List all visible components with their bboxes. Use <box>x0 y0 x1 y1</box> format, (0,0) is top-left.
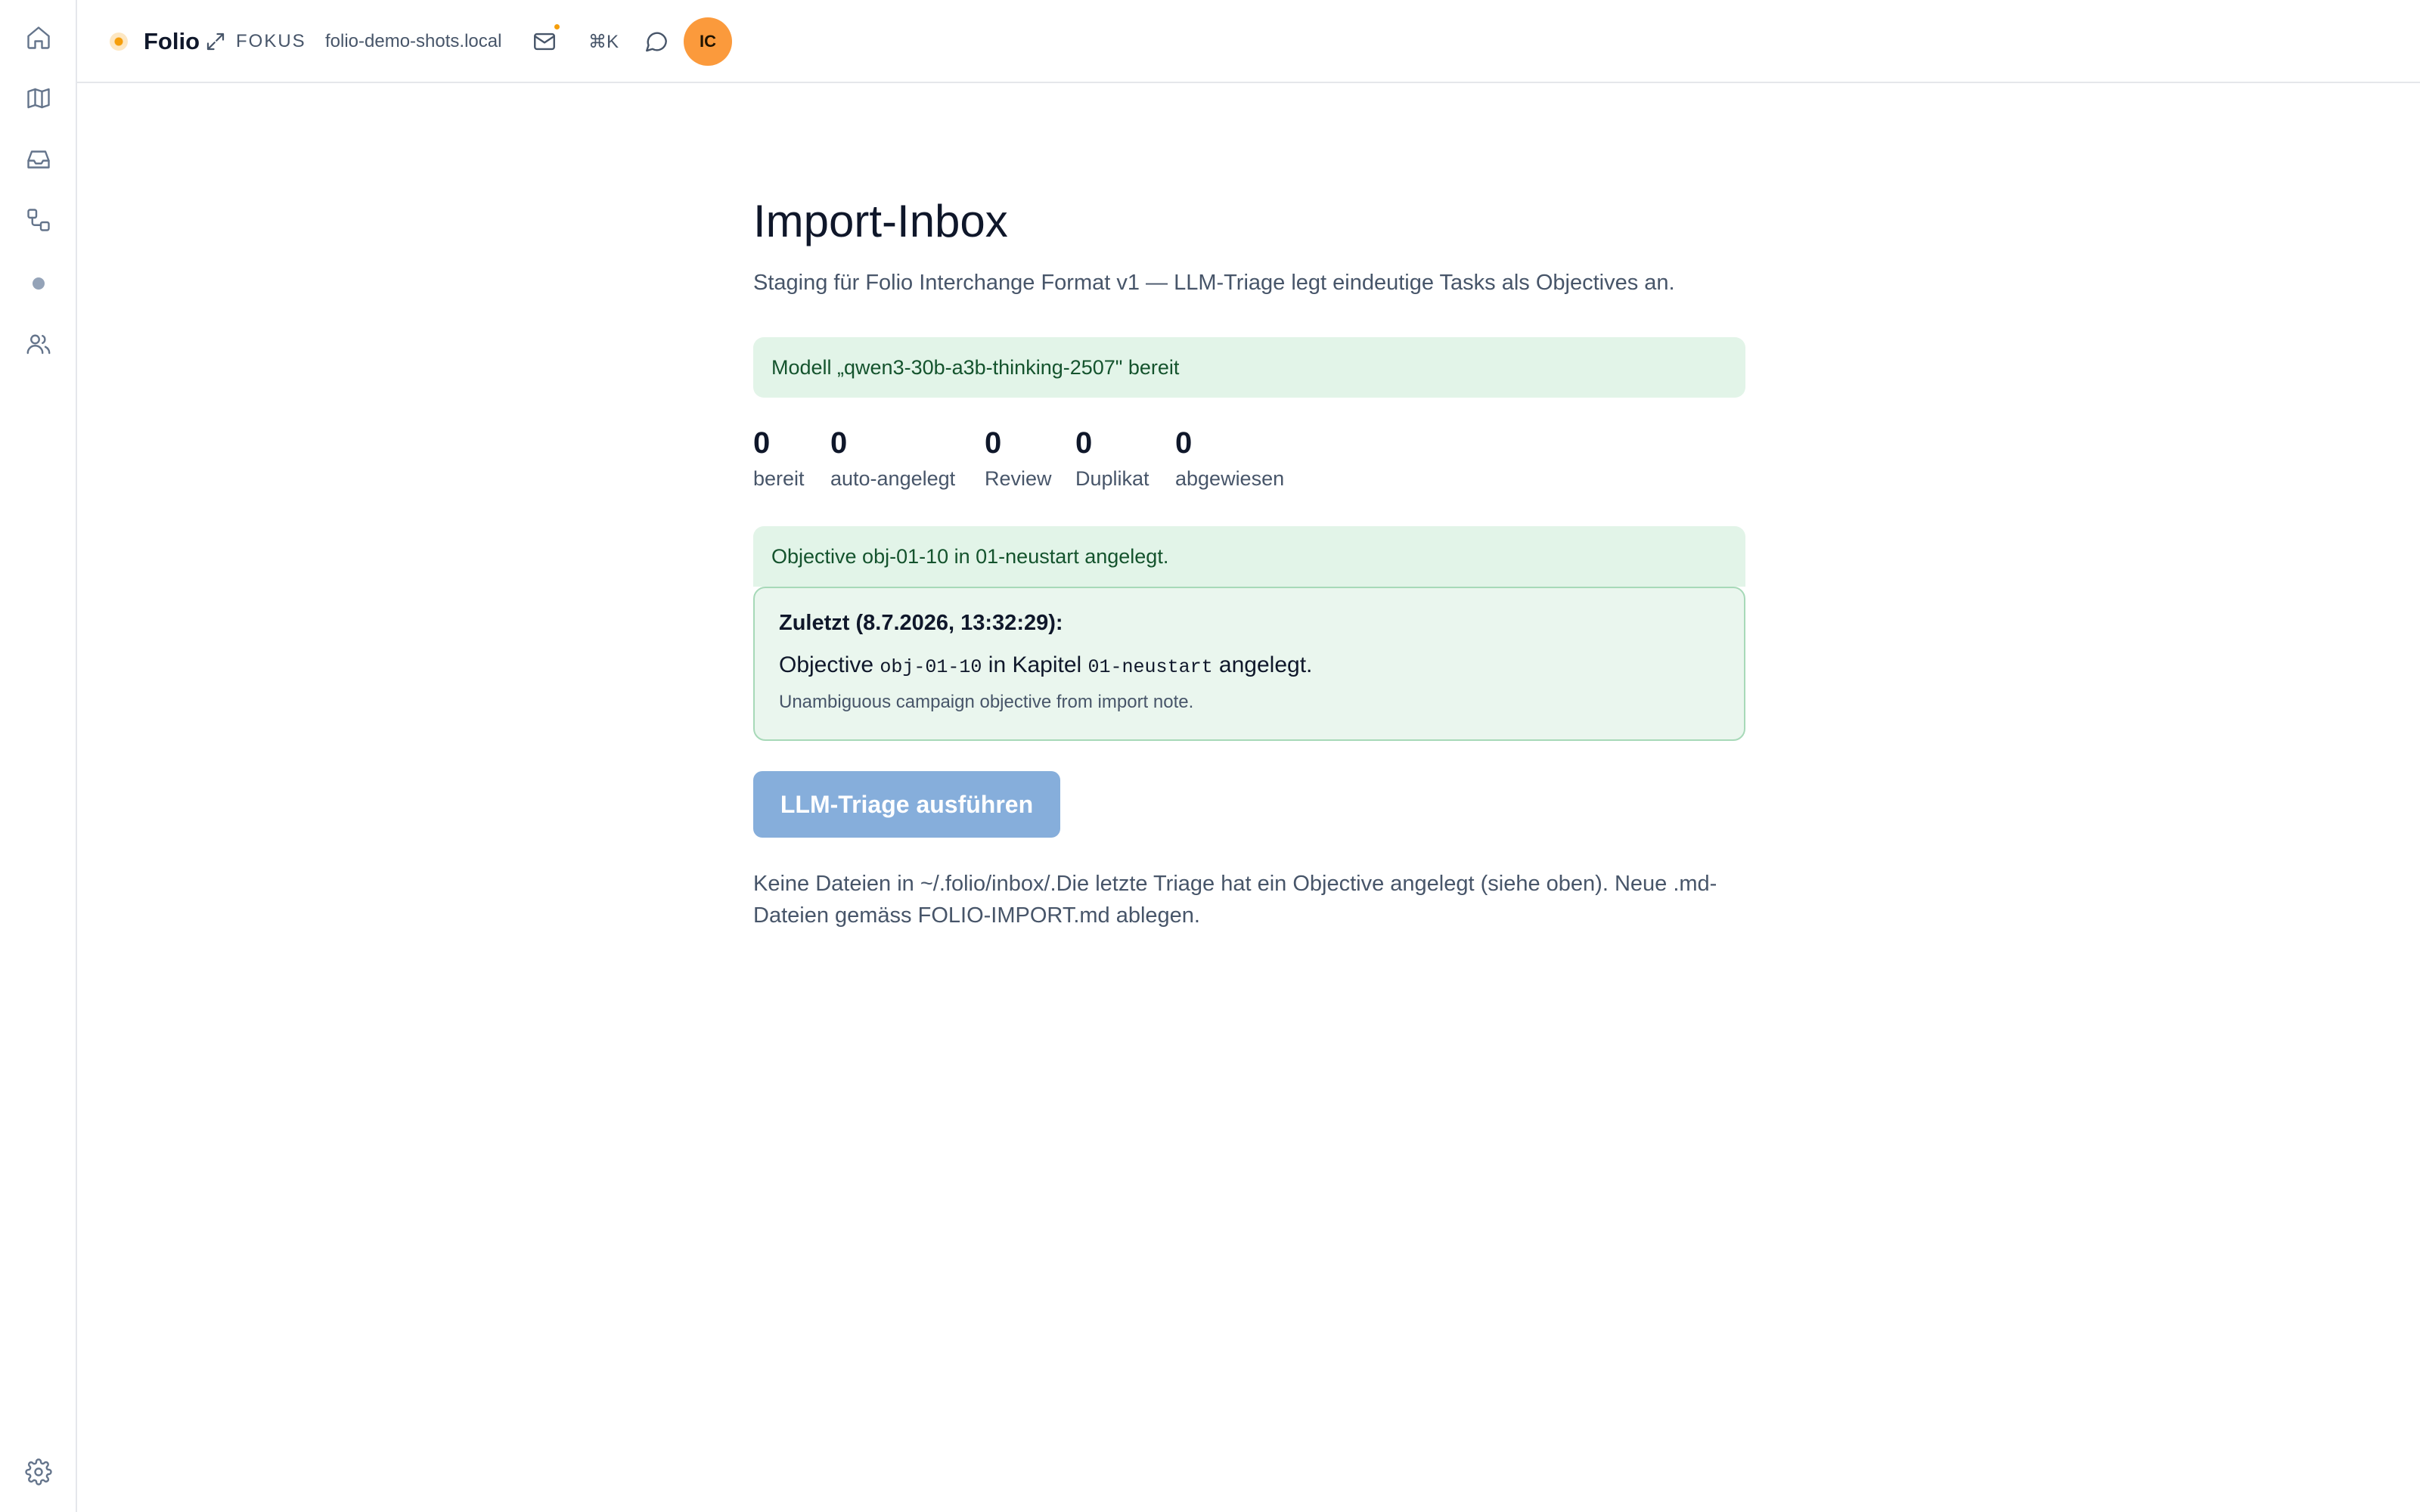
empty-inbox-message: Keine Dateien in ~/.folio/inbox/.Die let… <box>753 872 1717 928</box>
last-triage-card: Zuletzt (8.7.2026, 13:32:29): Objective … <box>753 587 1745 741</box>
stat-label: Duplikat <box>1075 467 1150 490</box>
objective-id: obj-01-10 <box>880 656 982 678</box>
mail-icon <box>534 33 555 51</box>
stat-duplicate: 0 Duplikat <box>1075 423 1150 491</box>
workflow-icon[interactable] <box>20 201 57 239</box>
top-bar: Folio FOKUS folio-demo-shots.local ⌘K IC <box>77 0 2420 83</box>
brand-name[interactable]: Folio <box>144 0 200 83</box>
stat-value: 0 <box>830 426 848 460</box>
stat-label: Review <box>985 467 1052 490</box>
mail-button[interactable] <box>529 0 561 83</box>
page-subtitle: Staging für Folio Interchange Format v1 … <box>753 271 1675 295</box>
stat-rejected: 0 abgewiesen <box>1175 423 1284 491</box>
success-notice: Objective obj-01-10 in 01-neustart angel… <box>753 526 1745 587</box>
chapter-id: 01-neustart <box>1087 656 1213 678</box>
last-triage-summary: Objective obj-01-10 in Kapitel 01-neusta… <box>779 652 1720 678</box>
host-label: folio-demo-shots.local <box>325 31 502 51</box>
status-dot <box>33 277 45 290</box>
stat-auto-created: 0 auto-angelegt <box>830 423 955 491</box>
stats-row: 0 bereit 0 auto-angelegt 0 Review 0 Dupl… <box>753 423 1745 499</box>
focus-label: FOKUS <box>236 31 306 51</box>
users-icon[interactable] <box>20 325 57 363</box>
avatar[interactable]: IC <box>684 17 732 66</box>
stat-ready: 0 bereit <box>753 423 805 491</box>
home-icon[interactable] <box>20 19 57 57</box>
stat-review: 0 Review <box>985 423 1052 491</box>
last-triage-heading: Zuletzt (8.7.2026, 13:32:29): <box>779 611 1063 635</box>
stat-value: 0 <box>1075 426 1093 460</box>
stat-value: 0 <box>753 426 771 460</box>
stat-label: auto-angelegt <box>830 467 956 490</box>
map-icon[interactable] <box>20 79 57 117</box>
summary-suffix: angelegt. <box>1218 652 1313 677</box>
last-triage-note: Unambiguous campaign objective from impo… <box>779 692 1194 712</box>
page-title: Import-Inbox <box>753 196 1008 246</box>
app-root: Folio FOKUS folio-demo-shots.local ⌘K IC… <box>0 0 2420 1512</box>
model-status-banner: Modell „qwen3-30b-a3b-thinking-2507" ber… <box>753 337 1745 398</box>
stat-value: 0 <box>985 426 1002 460</box>
focus-button[interactable]: FOKUS <box>204 0 306 83</box>
folio-logo-icon <box>107 0 130 83</box>
avatar-wrapper: IC <box>684 0 732 83</box>
stat-label: abgewiesen <box>1175 467 1285 490</box>
icon-rail <box>0 0 77 1512</box>
stat-label: bereit <box>753 467 805 490</box>
command-palette-button[interactable]: ⌘K <box>588 0 619 83</box>
stat-value: 0 <box>1175 426 1193 460</box>
inbox-icon[interactable] <box>20 141 57 178</box>
summary-middle: in Kapitel <box>988 652 1082 677</box>
expand-icon <box>206 33 225 51</box>
run-llm-triage-button[interactable]: LLM-Triage ausführen <box>753 771 1060 838</box>
gear-icon[interactable] <box>20 1453 57 1491</box>
chat-icon <box>646 32 667 52</box>
notification-dot <box>553 23 561 31</box>
summary-prefix: Objective <box>779 652 874 677</box>
chat-button[interactable] <box>641 0 672 83</box>
